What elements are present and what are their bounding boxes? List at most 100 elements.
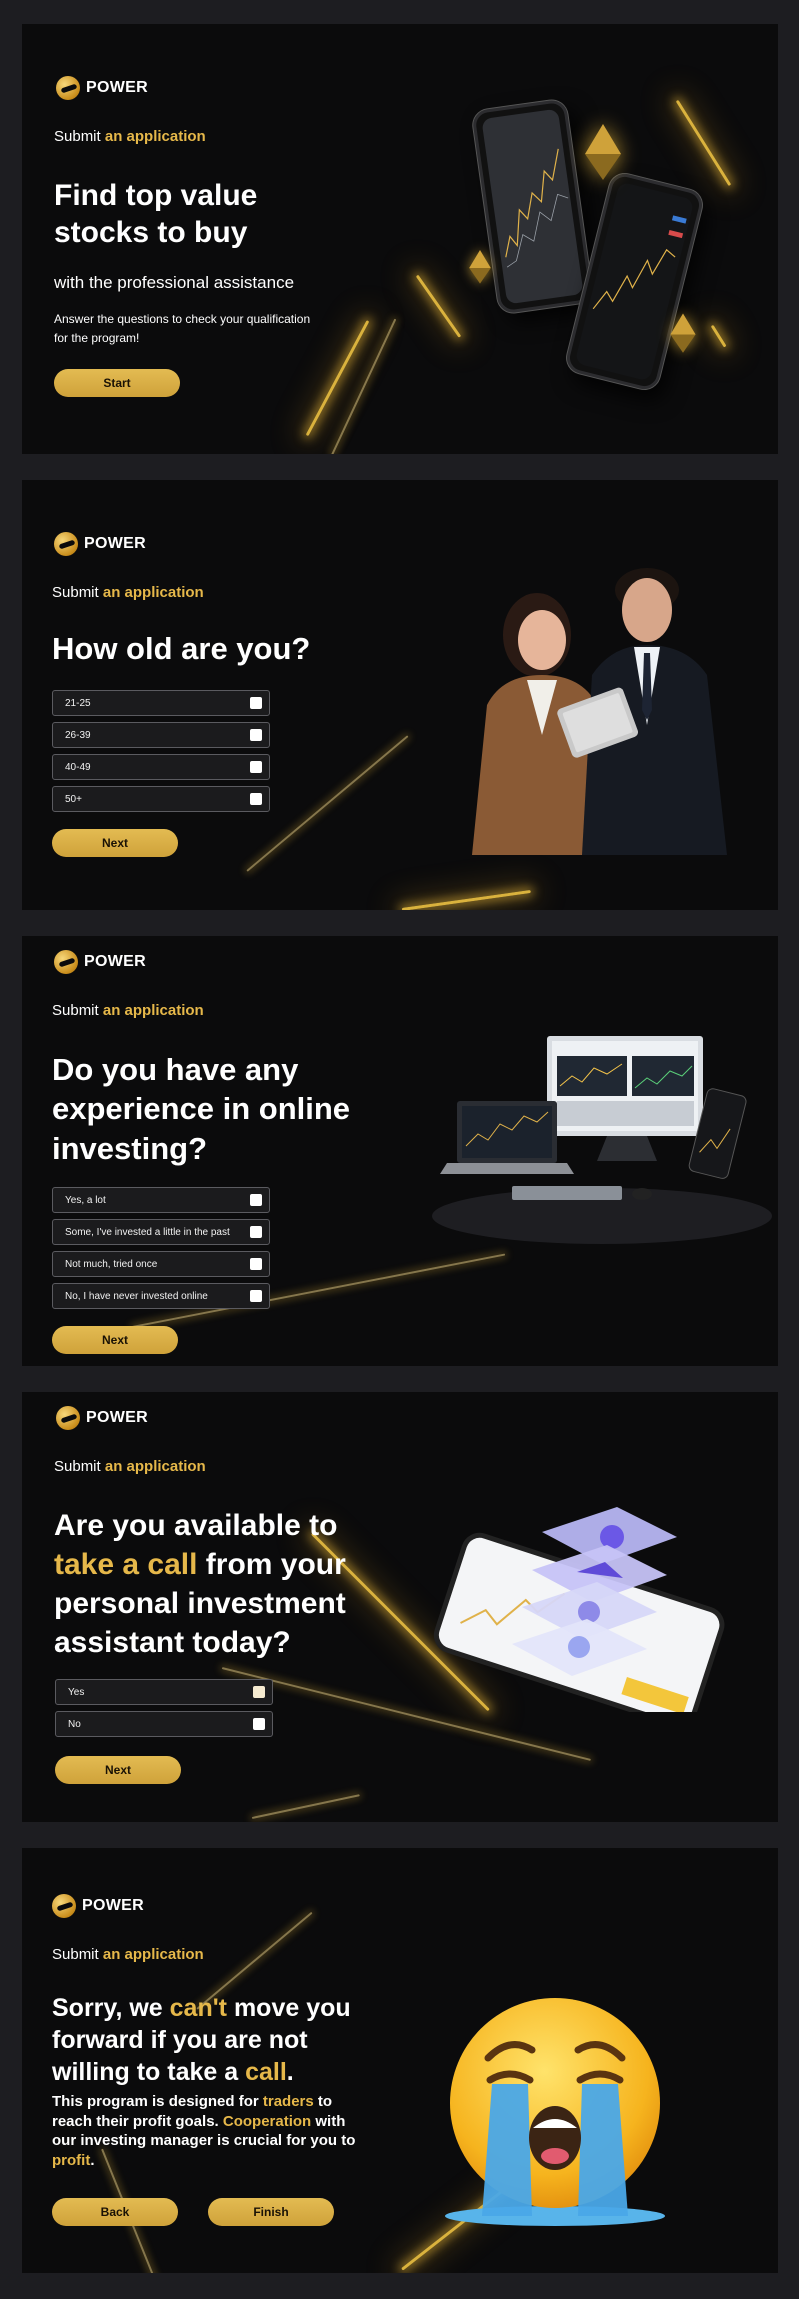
next-button[interactable]: Next [52,1326,178,1354]
title-line: Find top value [54,179,258,212]
body-text: reach their profit goals. [52,2112,223,2130]
checkbox-icon[interactable] [250,793,262,805]
eyebrow-accent: an application [102,1946,204,1963]
eyebrow-prefix: Submit [52,1946,99,1963]
back-button[interactable]: Back [52,2198,178,2226]
crypto-phone-image [433,1507,725,1712]
eyebrow-prefix: Submit [54,128,101,145]
answer-option[interactable]: Not much, tried once [52,1251,270,1277]
answer-option[interactable]: Yes, a lot [52,1187,270,1213]
checkbox-icon[interactable] [253,1718,265,1730]
logo-icon [52,1894,76,1918]
logo-icon [56,1406,80,1430]
next-button[interactable]: Next [52,829,178,857]
heading-text: Sorry, we [52,1994,170,2022]
crystal-icon [585,124,621,180]
answer-option[interactable]: 50+ [52,786,270,812]
eyebrow-accent: an application [104,1458,206,1475]
brand-logo[interactable]: POWER [52,1894,144,1918]
eyebrow-text: Submit an application [52,584,204,601]
option-label: 50+ [65,793,82,805]
decor-light-streak [305,320,370,437]
answer-option[interactable]: 21-25 [52,690,270,716]
checkbox-icon[interactable] [250,1194,262,1206]
checkbox-icon[interactable] [250,697,262,709]
start-button[interactable]: Start [54,369,180,397]
age-question-section: POWER Submit an application How old are … [22,480,778,910]
decor-light-streak [251,1794,360,1819]
option-label: 40-49 [65,761,91,773]
option-label: No [68,1718,81,1730]
brand-logo[interactable]: POWER [54,950,146,974]
option-label: Yes, a lot [65,1194,106,1206]
call-question-section: POWER Submit an application Are you avai… [22,1392,778,1822]
crying-emoji [445,1998,665,2226]
brand-logo[interactable]: POWER [54,532,146,556]
option-label: Not much, tried once [65,1258,158,1270]
heading-line: experience in online [52,1091,351,1127]
rejection-body: This program is designed for traders to … [52,2092,355,2170]
heading-accent: can't [169,1994,227,2022]
decor-light-streak [331,318,397,454]
answer-option[interactable]: Some, I've invested a little in the past [52,1219,270,1245]
body-text: . [90,2151,95,2169]
eyebrow-text: Submit an application [52,1002,204,1019]
phone-image [563,170,706,393]
heading-line: Are you available to [54,1509,338,1542]
crystal-icon [670,313,696,353]
experience-question-section: POWER Submit an application Do you have … [22,936,778,1366]
body-text: to [313,2093,333,2110]
brand-logo[interactable]: POWER [56,1406,148,1430]
checkbox-icon[interactable] [250,1226,262,1238]
heading-text: move you [227,1994,351,2022]
body-text: This program is designed for [52,2093,263,2110]
eyebrow-prefix: Submit [54,1458,101,1475]
couple-photo [472,568,727,855]
crystal-icon [469,250,491,284]
eyebrow-accent: an application [102,1002,204,1019]
heading-text: willing to take a [52,2058,246,2086]
finish-button[interactable]: Finish [208,2198,334,2226]
hero-section: POWER Submit an application Find top val… [22,24,778,454]
decor-light-streak [675,99,732,187]
heading-accent: take a call [54,1548,198,1581]
heading-line: investing? [52,1130,208,1166]
brand-name: POWER [86,1409,148,1426]
checkbox-icon[interactable] [250,1290,262,1302]
heading-line: personal investment [54,1587,346,1620]
logo-icon [54,950,78,974]
page-title: Find top value stocks to buy [54,178,257,251]
option-label: Some, I've invested a little in the past [65,1226,230,1238]
checkbox-icon[interactable] [253,1686,265,1698]
brand-name: POWER [82,1897,144,1914]
question-heading: Do you have any experience in online inv… [52,1050,350,1168]
brand-name: POWER [84,535,146,552]
phone-screen [481,108,584,305]
heading-text: forward if you are not [52,2026,308,2054]
decor-light-streak [246,735,409,872]
eyebrow-prefix: Submit [52,1002,99,1019]
description: Answer the questions to check your quali… [54,310,310,348]
answer-option[interactable]: No [55,1711,273,1737]
heading-text: . [286,2058,294,2086]
checkbox-icon[interactable] [250,1258,262,1270]
description-line: for the program! [54,331,140,346]
question-heading: How old are you? [52,631,311,666]
logo-icon [54,532,78,556]
eyebrow-accent: an application [104,128,206,145]
answer-option[interactable]: Yes [55,1679,273,1705]
next-button[interactable]: Next [55,1756,181,1784]
eyebrow-prefix: Submit [52,584,99,601]
eyebrow-text: Submit an application [54,128,206,145]
logo-icon [56,76,80,100]
answer-option[interactable]: No, I have never invested online [52,1283,270,1309]
answer-option[interactable]: 26-39 [52,722,270,748]
option-label: 21-25 [65,697,91,709]
eyebrow-text: Submit an application [54,1458,206,1475]
checkbox-icon[interactable] [250,761,262,773]
brand-logo[interactable]: POWER [56,76,148,100]
body-accent: traders [262,2093,314,2110]
answer-option[interactable]: 40-49 [52,754,270,780]
heading-accent: call [245,2058,287,2086]
checkbox-icon[interactable] [250,729,262,741]
